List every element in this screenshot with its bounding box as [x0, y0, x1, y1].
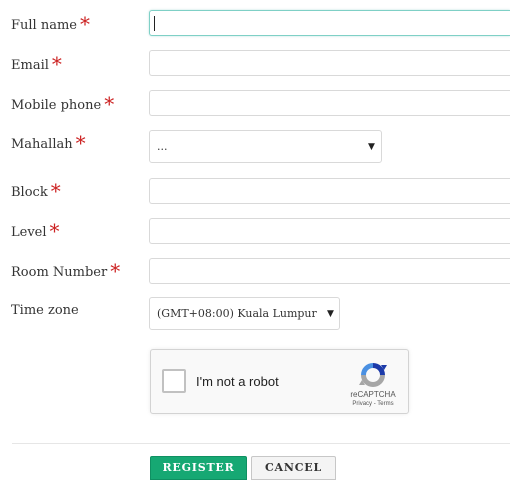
mobile-phone-label-text: Mobile phone [11, 98, 102, 113]
time-zone-selected-value: (GMT+08:00) Kuala Lumpur [157, 307, 317, 320]
required-asterisk: * [49, 219, 60, 243]
mobile-phone-label: Mobile phone * [11, 94, 114, 114]
recaptcha-privacy-terms-link[interactable]: Privacy - Terms [345, 401, 401, 407]
required-asterisk: * [110, 259, 121, 283]
form-row-time-zone: Time zone (GMT+08:00) Kuala Lumpur ▼ [0, 297, 510, 331]
full-name-input[interactable] [149, 10, 510, 36]
block-label-text: Block [11, 185, 48, 200]
email-input[interactable] [149, 50, 510, 76]
recaptcha-widget: I'm not a robot reCAPTCHA Privacy - Term… [150, 349, 409, 414]
form-row-block: Block * [0, 178, 510, 208]
time-zone-label-text: Time zone [11, 303, 79, 318]
mahallah-select[interactable]: ... ▼ [149, 130, 382, 163]
level-label: Level * [11, 221, 60, 241]
room-number-label: Room Number * [11, 261, 120, 281]
form-row-mobile-phone: Mobile phone * [0, 90, 510, 120]
form-row-full-name: Full name * [0, 10, 510, 40]
form-row-mahallah: Mahallah * ... ▼ [0, 130, 510, 164]
required-asterisk: * [104, 92, 115, 116]
form-divider [12, 443, 510, 444]
required-asterisk: * [79, 12, 90, 36]
register-button[interactable]: REGISTER [150, 456, 247, 480]
block-input[interactable] [149, 178, 510, 204]
block-label: Block * [11, 181, 61, 201]
recaptcha-label: I'm not a robot [196, 374, 279, 389]
form-row-level: Level * [0, 218, 510, 248]
form-row-email: Email * [0, 50, 510, 80]
required-asterisk: * [51, 52, 62, 76]
mahallah-selected-value: ... [157, 140, 168, 153]
room-number-input[interactable] [149, 258, 510, 284]
recaptcha-checkbox[interactable] [162, 369, 186, 393]
full-name-label-text: Full name [11, 18, 77, 33]
mahallah-label-text: Mahallah [11, 137, 73, 152]
time-zone-select[interactable]: (GMT+08:00) Kuala Lumpur ▼ [149, 297, 340, 330]
mahallah-label: Mahallah * [11, 133, 86, 153]
required-asterisk: * [50, 179, 61, 203]
text-cursor [154, 16, 155, 31]
time-zone-label: Time zone [11, 303, 79, 318]
required-asterisk: * [75, 131, 86, 155]
chevron-down-icon: ▼ [368, 142, 375, 152]
recaptcha-brand-text: reCAPTCHA [350, 390, 396, 399]
recaptcha-logo-icon [359, 363, 387, 387]
mobile-phone-input[interactable] [149, 90, 510, 116]
full-name-label: Full name * [11, 14, 90, 34]
cancel-button[interactable]: CANCEL [251, 456, 336, 480]
room-number-label-text: Room Number [11, 265, 108, 280]
chevron-down-icon: ▼ [327, 309, 334, 319]
email-label: Email * [11, 54, 62, 74]
level-label-text: Level [11, 225, 47, 240]
level-input[interactable] [149, 218, 510, 244]
form-row-room-number: Room Number * [0, 258, 510, 288]
email-label-text: Email [11, 58, 49, 73]
